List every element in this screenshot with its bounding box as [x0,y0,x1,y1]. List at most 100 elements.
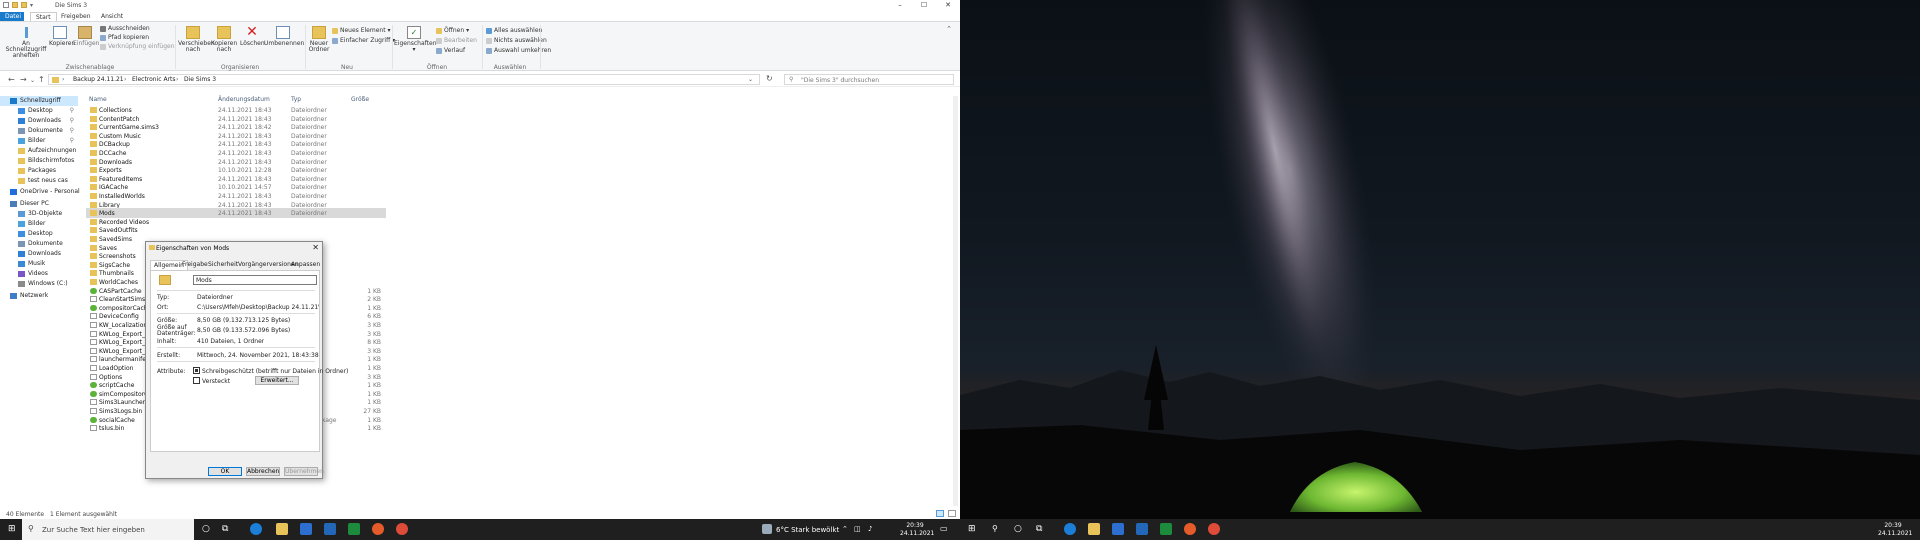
hidden-checkbox[interactable] [193,377,200,384]
mail-icon[interactable] [1136,523,1148,535]
sidebar-item-aufzeichnungen[interactable]: Aufzeichnungen [0,146,78,156]
minimize-button[interactable]: – [888,1,912,10]
chevron-up-icon[interactable]: ⌃ [946,25,952,33]
copy-path-button[interactable]: Pfad kopieren [100,34,149,41]
chevron-down-icon[interactable]: ▾ [30,2,36,9]
weather-text[interactable]: 6°C Stark bewölkt [776,526,839,534]
file-explorer-icon[interactable] [276,523,288,535]
windows-start-icon[interactable]: ⊞ [968,524,976,534]
pin-icon[interactable]: ⚲ [70,126,74,136]
task-view-icon[interactable]: ⧉ [222,524,228,534]
invert-selection-button[interactable]: Auswahl umkehren [486,47,551,54]
address-bar[interactable]: › Backup 24.11.21 › Electronic Arts › Di… [48,74,760,85]
sidebar-item-desktop[interactable]: Desktop ⚲ [0,106,78,116]
close-button[interactable]: ✕ [936,1,960,10]
cortana-icon[interactable]: ○ [1014,524,1022,534]
tab-share[interactable]: Freigeben [56,12,96,21]
clock-date[interactable]: 24.11.2021 [900,530,934,537]
refresh-button[interactable]: ↻ [766,74,773,83]
sidebar-item-videos[interactable]: Videos [0,269,78,279]
sidebar-item-onedrive-personal[interactable]: OneDrive - Personal [0,187,80,197]
recent-chevron-icon[interactable]: ⌄ [30,77,35,84]
column-type[interactable]: Typ [291,96,301,103]
tiles-view-icon[interactable] [948,510,956,517]
cortana-icon[interactable]: ○ [202,524,210,534]
network-tray-icon[interactable]: ◫ [854,525,861,533]
open-button[interactable]: Öffnen ▾ [436,27,469,34]
pin-icon[interactable]: ⚲ [70,106,74,116]
rename-button[interactable]: Umbenennen [264,26,304,47]
properties-button[interactable]: ✓ Eigenschaften ▾ [394,26,437,53]
notification-icon[interactable]: ▭ [940,524,948,533]
sidebar-item-windows-c[interactable]: Windows (C:) [0,279,78,289]
copy-to-button[interactable]: Kopieren nach [210,26,238,53]
sidebar-item-dieser-pc[interactable]: Dieser PC [0,199,78,209]
column-size[interactable]: Größe [351,96,369,103]
details-view-icon[interactable] [936,510,944,517]
column-date[interactable]: Änderungsdatum [218,96,270,103]
history-button[interactable]: Verlauf [436,47,465,54]
search-input[interactable]: ⚲ "Die Sims 3" durchsuchen [784,74,954,85]
sidebar-item-bildschirmfotos[interactable]: Bildschirmfotos [0,156,78,166]
sidebar-item-dokumente[interactable]: Dokumente ⚲ [0,126,78,136]
sidebar-item-test-neus-cas[interactable]: test neus cas [0,176,78,186]
sidebar-item-schnellzugriff[interactable]: Schnellzugriff [0,96,78,106]
folder-name-field[interactable]: Mods [193,275,317,285]
breadcrumb-item[interactable]: Backup 24.11.21 [73,76,124,83]
up-button[interactable]: ↑ [38,75,45,84]
apply-button[interactable]: Übernehmen [284,467,324,476]
store-icon[interactable] [1112,523,1124,535]
sidebar-item-packages[interactable]: Packages [0,166,78,176]
breadcrumb-item[interactable]: Electronic Arts [132,76,176,83]
pin-icon[interactable]: ⚲ [70,136,74,146]
cancel-button[interactable]: Abbrechen [246,467,280,476]
readonly-checkbox[interactable] [193,367,200,374]
ok-button[interactable]: OK [208,467,242,476]
select-none-button[interactable]: Nichts auswählen [486,37,547,44]
sidebar-item-bilder[interactable]: Bilder ⚲ [0,136,78,146]
new-folder-icon[interactable] [21,2,27,8]
chrome-icon[interactable] [396,523,408,535]
address-dropdown-icon[interactable]: ⌄ [748,76,753,83]
sidebar-item-desktop[interactable]: Desktop [0,229,78,239]
sidebar-item-bilder[interactable]: Bilder [0,219,78,229]
origin-icon[interactable] [1184,523,1196,535]
cut-button[interactable]: Ausschneiden [100,25,150,32]
windows-start-icon[interactable]: ⊞ [8,524,16,534]
task-view-icon[interactable]: ⧉ [1036,524,1042,534]
quick-save-icon[interactable] [12,2,18,8]
edge-icon[interactable] [250,523,262,535]
delete-button[interactable]: ✕ Löschen [240,25,265,47]
store-icon[interactable] [300,523,312,535]
sidebar-item-musik[interactable]: Musik [0,259,78,269]
sidebar-item-downloads[interactable]: Downloads ⚲ [0,116,78,126]
new-folder-button[interactable]: Neuer Ordner [308,26,330,53]
dialog-close-button[interactable]: ✕ [312,243,319,252]
pin-icon[interactable]: ⚲ [70,116,74,126]
clock-time[interactable]: 20:39 [900,522,930,529]
edit-button[interactable]: Bearbeiten [436,37,477,44]
clock-date[interactable]: 24.11.2021 [1878,530,1912,537]
column-name[interactable]: Name [89,96,107,103]
clock-time[interactable]: 20:39 [1878,522,1908,529]
copy-button[interactable]: Kopieren [49,26,75,47]
xbox-icon[interactable] [348,523,360,535]
forward-button[interactable]: → [20,75,27,84]
xbox-icon[interactable] [1160,523,1172,535]
new-item-button[interactable]: Neues Element ▾ [332,27,390,34]
chrome-icon[interactable] [1208,523,1220,535]
easy-access-button[interactable]: Einfacher Zugriff ▾ [332,37,395,44]
tab-view[interactable]: Ansicht [96,12,128,21]
breadcrumb-item[interactable]: Die Sims 3 [184,76,216,83]
sidebar-item-dokumente[interactable]: Dokumente [0,239,78,249]
search-icon[interactable]: ⚲ [992,524,998,533]
maximize-button[interactable]: ☐ [912,1,936,10]
pin-quick-access-button[interactable]: An Schnellzugriff anheften [3,26,49,59]
move-to-button[interactable]: Verschieben nach [178,26,215,53]
edge-icon[interactable] [1064,523,1076,535]
tab-start[interactable]: Start [30,12,57,21]
back-button[interactable]: ← [8,75,15,84]
tray-chevron-icon[interactable]: ⌃ [842,525,848,533]
volume-icon[interactable]: ♪ [868,525,872,533]
sidebar-item-3d-objekte[interactable]: 3D-Objekte [0,209,78,219]
